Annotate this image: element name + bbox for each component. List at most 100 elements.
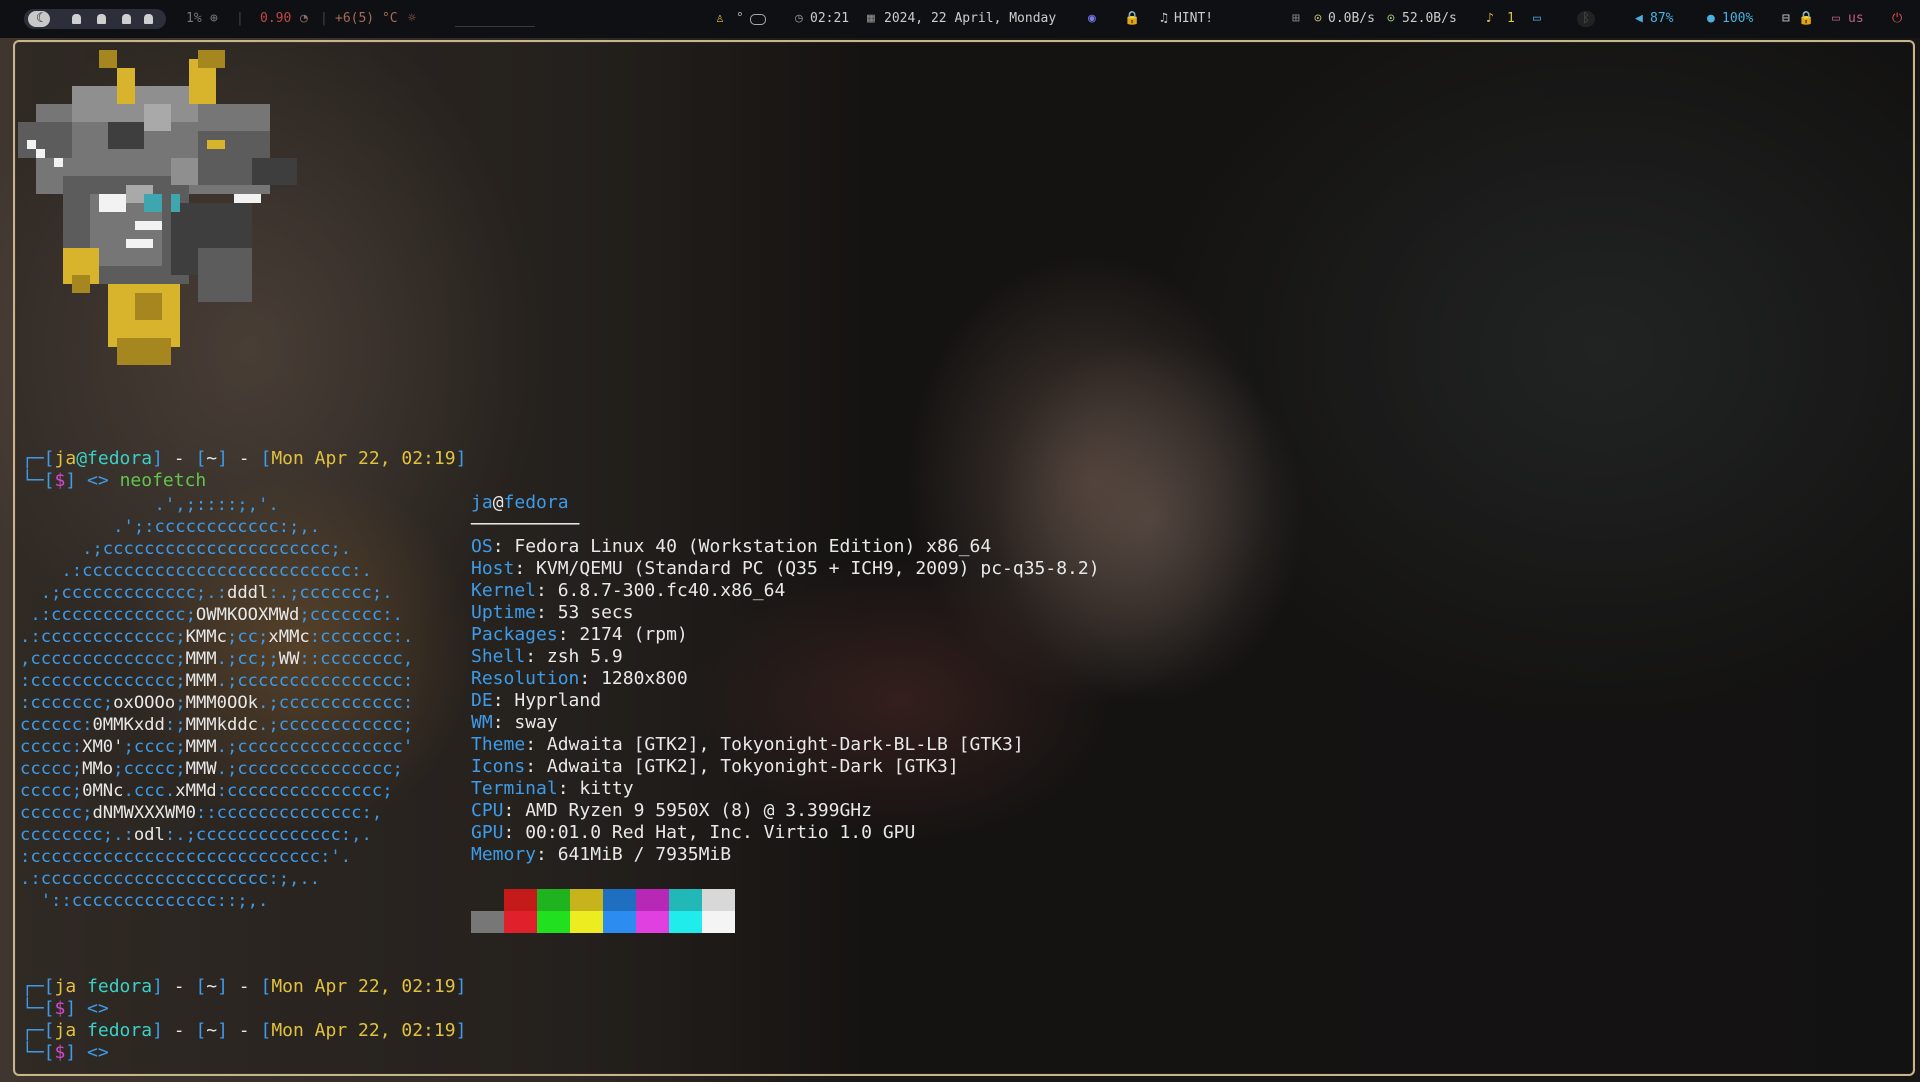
field-value: zsh 5.9 [546,646,623,667]
notification-count[interactable]: 1 [1507,11,1515,27]
network-icon: ⊞ [1292,11,1300,26]
field-value: 6.8.7-300.fc40.x86_64 [557,580,786,601]
prompt-input-2: └─[$] <> [22,998,109,1019]
field-key: Shell [471,646,526,667]
neofetch-field-gpu: GPU: 00:01.0 Red Hat, Inc. Virtio 1.0 GP… [471,822,916,843]
temperature: +6(5) °C [335,11,398,26]
power-icon[interactable]: ⏻ [1892,11,1902,27]
prompt-line-1: ┌─[ja@fedora] - [~] - [Mon Apr 22, 02:19… [22,448,467,469]
field-key: Uptime [471,602,537,623]
neofetch-field-theme: Theme: Adwaita [GTK2], Tokyonight-Dark-B… [471,734,1024,755]
field-value: 2174 (rpm) [579,624,688,645]
palette-swatch [603,911,636,933]
ascii-line: :cccccccccccccc;MMM.;cccccccccccccccc: [20,671,414,691]
clock-time[interactable]: 02:21 [810,11,849,27]
ascii-line: .:cccccccccccccccccccccccccc:. [20,561,372,581]
field-value: Adwaita [GTK2], Tokyonight-Dark-BL-LB [G… [546,734,1024,755]
ascii-line: ccccc;MMo;ccccc;MMW.;ccccccccccccccc; [20,759,403,779]
field-key: Packages [471,624,558,645]
volume-icon[interactable]: ◀ [1635,11,1643,27]
bar-divider [455,26,535,27]
palette-swatch [537,911,570,933]
download-icon: ⊙ [1387,11,1395,26]
neofetch-field-de: DE: Hyprland [471,690,602,711]
palette-swatch [669,911,702,933]
idle-inhibitor-icon[interactable]: ° [736,11,744,27]
load-icon: ◔ [300,11,308,26]
palette-swatch [570,911,603,933]
prompt-input-3[interactable]: └─[$] <> [22,1042,109,1064]
field-key: Kernel [471,580,537,601]
ascii-line: .:cccccccccccccccccccccc:;,.. [20,869,321,889]
field-key: WM [471,712,493,733]
record-icon[interactable]: ◉ [1088,11,1096,27]
neofetch-field-uptime: Uptime: 53 secs [471,602,634,623]
palette-swatch [636,911,669,933]
prompt-input-1: └─[$] <> neofetch [22,470,207,491]
field-value: AMD Ryzen 9 5950X (8) @ 3.399GHz [525,800,872,821]
caps-lock-icon: 🔒 [1798,11,1815,26]
upload-icon: ⊙ [1314,11,1322,26]
palette-swatch [669,889,702,911]
ascii-line: '::cccccccccccccc::;,. [20,891,269,911]
workspace-ghost-icon-2[interactable] [97,14,106,24]
calendar-icon: ▦ [867,11,875,26]
keyboard-layout[interactable]: us [1848,11,1864,27]
palette-swatch [603,889,636,911]
bell-hint-icon: ♫ [1160,11,1168,26]
workspace-ghost-icon-4[interactable] [144,14,153,24]
neofetch-field-shell: Shell: zsh 5.9 [471,646,623,667]
neofetch-underline: ────────── [471,514,580,535]
workspace-ghost-icon-1[interactable] [72,14,81,24]
prompt-line-2: ┌─[ja fedora] - [~] - [Mon Apr 22, 02:19… [22,976,467,997]
lock-icon[interactable]: 🔒 [1124,11,1140,27]
field-value: 53 secs [557,602,634,623]
prompt-line-3: ┌─[ja fedora] - [~] - [Mon Apr 22, 02:19… [22,1020,467,1041]
notification-bell-icon[interactable]: ♪ [1486,11,1494,27]
ascii-line: .:ccccccccccccc;OWMKOOXMWd;ccccccc:. [20,605,403,625]
clock-icon: ◷ [795,11,803,26]
ascii-line: ,cccccccccccccc;MMM.;cc;;WW::cccccccc, [20,649,414,669]
ascii-line: cccccccc;.:odl:.;cccccccccccccc:,. [20,825,372,845]
bluetooth-icon[interactable]: ᛒ [1577,11,1595,27]
neofetch-field-memory: Memory: 641MiB / 7935MiB [471,844,732,865]
palette-swatch [702,889,735,911]
field-key: Memory [471,844,537,865]
ascii-line: :cccccccccccccccccccccccccccc:'. [20,847,352,867]
neofetch-field-packages: Packages: 2174 (rpm) [471,624,688,645]
field-value: 1280x800 [601,668,688,689]
linux-penguin-icon: ♙ [716,11,724,26]
ascii-line: .;ccccccccccccc;.:dddl:.;ccccccc;. [20,583,393,603]
microphone-icon[interactable]: ● [1707,11,1715,27]
display-icon[interactable]: ▭ [1533,11,1541,27]
mic-level[interactable]: 100% [1722,11,1753,27]
palette-swatch [471,911,504,933]
palette-swatch [504,889,537,911]
clock-date[interactable]: 2024, 22 April, Monday [884,11,1056,27]
field-value: Fedora Linux 40 (Workstation Edition) x8… [514,536,992,557]
field-value: Adwaita [GTK2], Tokyonight-Dark [GTK3] [546,756,959,777]
ascii-line: cccccc:0MMKxdd:;MMMkddc.;cccccccccccc; [20,715,414,735]
volume-level[interactable]: 87% [1650,11,1673,27]
command-text: neofetch [119,470,207,491]
toggle-icon[interactable] [750,14,766,25]
ascii-line: .',;::::;,'. [20,495,279,515]
neofetch-field-terminal: Terminal: kitty [471,778,634,799]
pixel-art-creature-image [18,50,297,365]
field-key: CPU [471,800,504,821]
palette-swatch [537,889,570,911]
neofetch-title: ja@fedora [471,492,569,513]
neofetch-field-host: Host: KVM/QEMU (Standard PC (Q35 + ICH9,… [471,558,1100,579]
top-status-bar: ☾ 1% ⊕ | 0.90 ◔ | +6(5) °C ☼ ♙ ° ◷ 02:21… [0,0,1920,38]
palette-swatch [636,889,669,911]
hint-label[interactable]: HINT! [1174,11,1213,27]
ascii-line: :ccccccc;oxOOOo;MMM0OOk.;cccccccccccc: [20,693,414,713]
ascii-line: .';:cccccccccccc:;,. [20,517,321,537]
palette-swatch [570,889,603,911]
workspace-ghost-icon-3[interactable] [122,14,131,24]
field-key: Icons [471,756,526,777]
ascii-line: ccccc:XM0';cccc;MMM.;cccccccccccccccc' [20,737,414,757]
ascii-line: cccccc;dNMWXXXWM0::cccccccccccccc:, [20,803,383,823]
field-value: 641MiB / 7935MiB [557,844,732,865]
ascii-line: .:ccccccccccccc;KMMc;cc;xMMc:ccccccc:. [20,627,414,647]
